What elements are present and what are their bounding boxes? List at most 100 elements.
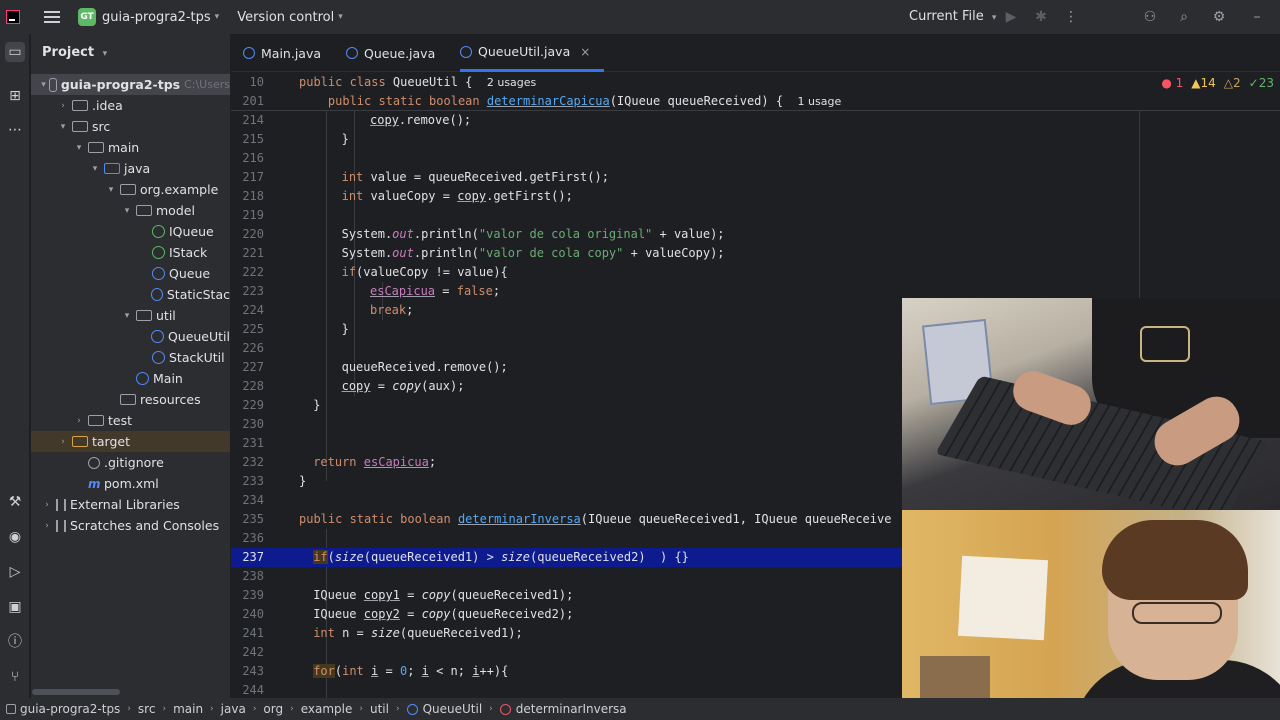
tree-item-stackutil[interactable]: StackUtil xyxy=(31,347,230,368)
line-number[interactable]: 244 xyxy=(231,681,264,698)
line-number[interactable]: 235 xyxy=(231,510,264,529)
code-line[interactable]: 222 if(valueCopy != value){ xyxy=(231,263,1280,282)
breadcrumb-item[interactable]: src xyxy=(138,702,156,716)
main-menu-icon[interactable] xyxy=(44,11,60,23)
breadcrumb-item[interactable]: org xyxy=(263,702,283,716)
code-line[interactable]: 215} xyxy=(231,130,1280,149)
project-selector[interactable]: guia-progra2-tps xyxy=(102,10,211,25)
search-icon[interactable]: ⌕ xyxy=(1175,8,1193,26)
tree-item-external-libraries[interactable]: › External Libraries xyxy=(31,494,230,515)
tree-item-queue[interactable]: Queue xyxy=(31,263,230,284)
tab-queue-java[interactable]: Queue.java xyxy=(346,34,435,72)
inspection-widget[interactable]: ● 1 ▲14 △2 ✓23 xyxy=(1161,76,1274,90)
tab-queueutil-java[interactable]: QueueUtil.java × xyxy=(460,34,605,72)
line-number[interactable]: 221 xyxy=(231,244,264,263)
breadcrumb-item[interactable]: util xyxy=(370,702,389,716)
line-number[interactable]: 229 xyxy=(231,396,264,415)
expand-toggle-icon[interactable]: ▾ xyxy=(121,206,133,216)
tree-item-pom-xml[interactable]: m pom.xml xyxy=(31,473,230,494)
line-number[interactable]: 238 xyxy=(231,567,264,586)
code-line[interactable]: 214 copy.remove(); xyxy=(231,111,1280,130)
breadcrumb-item[interactable]: determinarInversa xyxy=(516,702,627,716)
chevron-down-icon[interactable]: ▾ xyxy=(215,12,220,22)
sticky-line[interactable]: 201 public static boolean determinarCapi… xyxy=(231,92,1280,111)
project-folder-icon[interactable]: ▭ xyxy=(5,42,25,62)
breadcrumb-item[interactable]: main xyxy=(173,702,203,716)
line-number[interactable]: 214 xyxy=(231,111,264,130)
line-number[interactable]: 223 xyxy=(231,282,264,301)
horizontal-scrollbar[interactable] xyxy=(32,689,120,695)
tree-item-scratches-and-consoles[interactable]: › Scratches and Consoles xyxy=(31,515,230,536)
tree-item-util[interactable]: ▾ util xyxy=(31,305,230,326)
run-tool-icon[interactable]: ▷ xyxy=(5,562,25,582)
code-line[interactable]: 221 System.out.println("valor de cola cop… xyxy=(231,244,1280,263)
tree-item-staticstac[interactable]: StaticStac xyxy=(31,284,230,305)
line-number[interactable]: 218 xyxy=(231,187,264,206)
tree-item-java[interactable]: ▾ java xyxy=(31,158,230,179)
minimize-icon[interactable]: – xyxy=(1248,8,1266,26)
line-number[interactable]: 215 xyxy=(231,130,264,149)
more-actions-icon[interactable]: ⋮ xyxy=(1062,8,1080,26)
line-number[interactable]: 237 xyxy=(231,548,264,567)
services-icon[interactable]: ◉ xyxy=(5,527,25,547)
tree-item-guia-progra2-tps[interactable]: ▾ guia-progra2-tps C:\Users xyxy=(31,74,230,95)
line-number[interactable]: 233 xyxy=(231,472,264,491)
code-line[interactable]: 218 int valueCopy = copy.getFirst(); xyxy=(231,187,1280,206)
tree-item-main[interactable]: Main xyxy=(31,368,230,389)
tree-item-resources[interactable]: resources xyxy=(31,389,230,410)
line-number[interactable]: 241 xyxy=(231,624,264,643)
settings-gear-icon[interactable]: ⚙ xyxy=(1210,8,1228,26)
tree-item-src[interactable]: ▾ src xyxy=(31,116,230,137)
terminal-icon[interactable]: ▣ xyxy=(5,597,25,617)
version-control-menu[interactable]: Version control xyxy=(237,10,334,25)
tree-item-test[interactable]: › test xyxy=(31,410,230,431)
tree-item-org-example[interactable]: ▾ org.example xyxy=(31,179,230,200)
project-panel-title[interactable]: Project ▾ xyxy=(42,45,107,60)
structure-icon[interactable]: ⊞ xyxy=(5,86,25,106)
expand-toggle-icon[interactable]: › xyxy=(41,500,53,510)
tree-item-idea[interactable]: › .idea xyxy=(31,95,230,116)
line-number[interactable]: 243 xyxy=(231,662,264,681)
line-number[interactable]: 219 xyxy=(231,206,264,225)
line-number[interactable]: 225 xyxy=(231,320,264,339)
tree-item-model[interactable]: ▾ model xyxy=(31,200,230,221)
line-number[interactable]: 232 xyxy=(231,453,264,472)
expand-toggle-icon[interactable]: ▾ xyxy=(73,143,85,153)
line-number[interactable]: 226 xyxy=(231,339,264,358)
line-number[interactable]: 228 xyxy=(231,377,264,396)
code-line[interactable]: 216 xyxy=(231,149,1280,168)
line-number[interactable]: 222 xyxy=(231,263,264,282)
close-tab-icon[interactable]: × xyxy=(580,45,590,59)
line-number[interactable]: 240 xyxy=(231,605,264,624)
expand-toggle-icon[interactable]: ▾ xyxy=(105,185,117,195)
run-icon[interactable]: ▶ xyxy=(1002,8,1020,26)
run-config-selector[interactable]: Current File ▾ xyxy=(909,9,996,24)
line-number[interactable]: 236 xyxy=(231,529,264,548)
chevron-down-icon[interactable]: ▾ xyxy=(338,12,343,22)
line-number[interactable]: 242 xyxy=(231,643,264,662)
line-number[interactable]: 217 xyxy=(231,168,264,187)
git-branch-icon[interactable]: ⑂ xyxy=(5,667,25,687)
tree-item-gitignore[interactable]: .gitignore xyxy=(31,452,230,473)
tree-item-iqueue[interactable]: IQueue xyxy=(31,221,230,242)
more-tools-icon[interactable]: ⋯ xyxy=(5,120,25,140)
expand-toggle-icon[interactable]: ▾ xyxy=(41,80,46,90)
expand-toggle-icon[interactable]: › xyxy=(41,521,53,531)
line-number[interactable]: 224 xyxy=(231,301,264,320)
expand-toggle-icon[interactable]: ▾ xyxy=(57,122,69,132)
line-number[interactable]: 216 xyxy=(231,149,264,168)
line-number[interactable]: 227 xyxy=(231,358,264,377)
expand-toggle-icon[interactable]: › xyxy=(57,101,69,111)
line-number[interactable]: 239 xyxy=(231,586,264,605)
line-number[interactable]: 234 xyxy=(231,491,264,510)
line-number[interactable]: 230 xyxy=(231,415,264,434)
usages-hint[interactable]: 1 usage xyxy=(798,95,842,108)
breadcrumb-item[interactable]: java xyxy=(221,702,246,716)
line-number[interactable]: 220 xyxy=(231,225,264,244)
breadcrumb-item[interactable]: guia-progra2-tps xyxy=(20,702,120,716)
debug-icon[interactable]: ✱ xyxy=(1032,8,1050,26)
breadcrumb-item[interactable]: example xyxy=(301,702,353,716)
expand-toggle-icon[interactable]: ▾ xyxy=(89,164,101,174)
code-line[interactable]: 220 System.out.println("valor de cola ori… xyxy=(231,225,1280,244)
code-line[interactable]: 217 int value = queueReceived.getFirst(); xyxy=(231,168,1280,187)
